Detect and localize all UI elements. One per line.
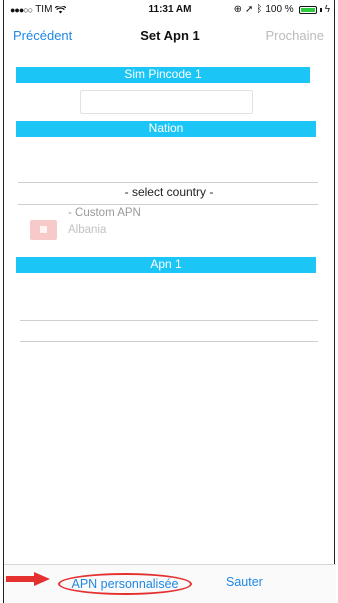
battery-icon: [298, 5, 317, 14]
charging-icon: ϟ: [324, 4, 330, 15]
country-select[interactable]: - select country -: [18, 185, 320, 203]
sim-pincode-input[interactable]: [80, 90, 253, 114]
custom-apn-button[interactable]: APN personnalisée: [58, 573, 192, 595]
red-arrow-icon: [6, 572, 50, 586]
status-right: ⊕ ➚ ᛒ 100 % ϟ: [234, 4, 330, 15]
next-button[interactable]: Prochaine: [265, 28, 324, 43]
section-header-apn: Apn 1: [16, 257, 316, 273]
divider: [18, 204, 318, 205]
navigation-bar: Précédent Set Apn 1 Prochaine: [4, 24, 336, 50]
section-header-nation: Nation: [16, 121, 316, 137]
divider: [20, 341, 318, 342]
status-bar: ●●●○○ TIM 11:31 AM ⊕ ➚ ᛒ 100 % ϟ: [4, 0, 336, 20]
phone-screen: ●●●○○ TIM 11:31 AM ⊕ ➚ ᛒ 100 % ϟ Précéde…: [3, 0, 336, 603]
bluetooth-icon: ᛒ: [256, 4, 263, 15]
divider: [18, 182, 318, 183]
flag-icon: [30, 220, 57, 240]
lock-rotation-icon: ⊕: [233, 4, 242, 15]
divider: [20, 320, 318, 321]
picker-item-albania[interactable]: Albania: [68, 224, 106, 236]
bottom-toolbar: APN personnalisée Sauter: [4, 564, 336, 603]
battery-percent: 100 %: [265, 4, 294, 15]
picker-item-custom-apn[interactable]: - Custom APN: [68, 207, 141, 219]
location-icon: ➚: [244, 4, 254, 15]
skip-button[interactable]: Sauter: [226, 575, 263, 589]
battery-tip: [319, 7, 322, 12]
section-header-sim-pincode: Sim Pincode 1: [16, 67, 310, 83]
